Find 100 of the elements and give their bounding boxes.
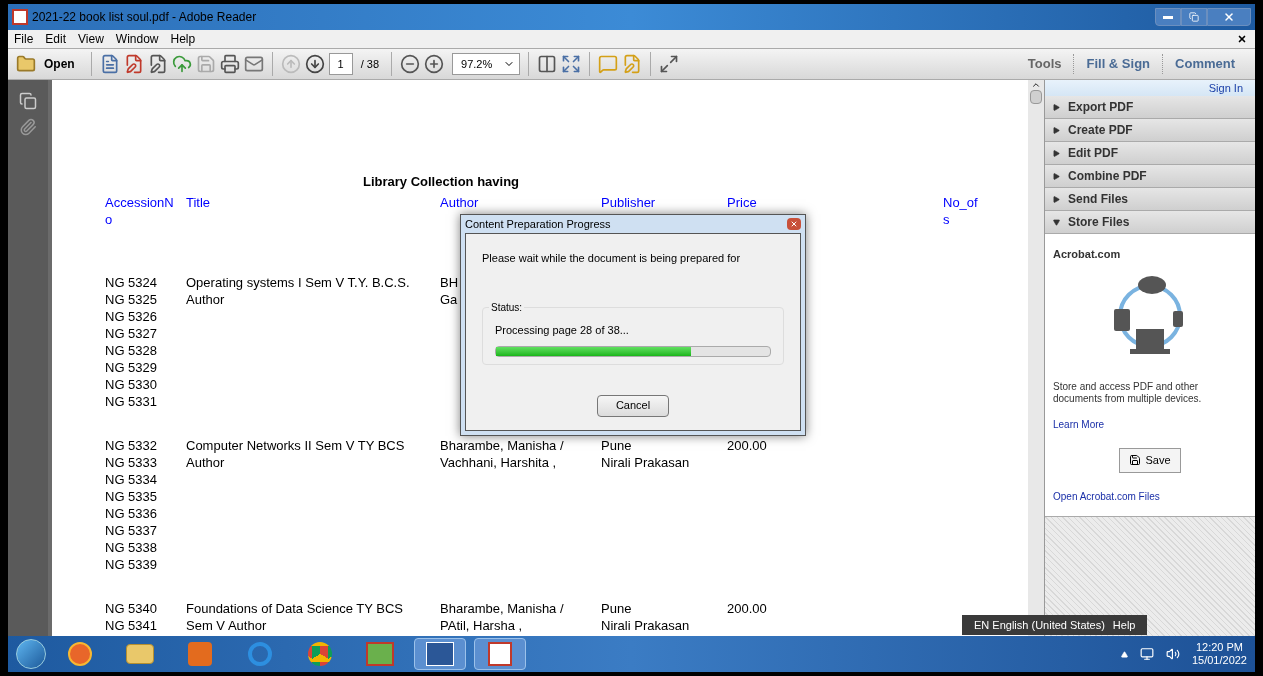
folder-icon — [16, 54, 36, 74]
print-icon[interactable] — [219, 54, 240, 74]
show-hidden-icons-icon[interactable] — [1120, 650, 1128, 658]
accession-number: NG 5335 — [105, 488, 158, 505]
book-title: Author — [186, 454, 225, 471]
accession-number: NG 5324 — [105, 274, 158, 291]
pane-section-header[interactable]: Create PDF — [1045, 119, 1255, 142]
accession-number: NG 5326 — [105, 308, 158, 325]
restore-button[interactable] — [1181, 8, 1207, 26]
zoom-in-icon[interactable] — [424, 54, 445, 74]
language-label[interactable]: EN English (United States) — [974, 616, 1105, 634]
column-header: Price — [727, 194, 757, 211]
accession-number: NG 5333 — [105, 454, 158, 471]
pane-section-header[interactable]: Export PDF — [1045, 96, 1255, 119]
zoom-dropdown[interactable]: 97.2% — [452, 53, 521, 75]
author-name: Vachhani, Harshita , — [440, 454, 557, 471]
attachment-icon[interactable] — [19, 118, 37, 136]
accession-number: NG 5334 — [105, 471, 158, 488]
scroll-up-icon[interactable] — [1031, 80, 1041, 90]
author-name: Bharambe, Manisha / — [440, 437, 564, 454]
save-button[interactable]: Save — [1119, 447, 1181, 473]
taskbar-app[interactable] — [414, 638, 466, 670]
book-title: Operating systems I Sem V T.Y. B.C.S. — [186, 274, 410, 291]
close-icon — [1223, 11, 1235, 23]
cancel-button[interactable]: Cancel — [597, 394, 669, 417]
publisher-name: Pune — [601, 600, 632, 617]
pane-section-header[interactable]: Send Files — [1045, 188, 1255, 211]
document-heading: Library Collection having — [363, 173, 520, 190]
pane-section-header[interactable]: Edit PDF — [1045, 142, 1255, 165]
collapsed-triangle-icon — [1053, 126, 1060, 134]
menu-item[interactable]: File — [8, 30, 40, 48]
sign-in-link[interactable]: Sign In — [1208, 80, 1243, 96]
menu-item[interactable]: View — [72, 30, 110, 48]
mail-icon[interactable] — [243, 54, 264, 74]
collapsed-triangle-icon — [1053, 172, 1060, 180]
close-button[interactable] — [1207, 8, 1251, 26]
accession-number: NG 5332 — [105, 437, 158, 454]
help-label[interactable]: Help — [1112, 616, 1136, 634]
price: 200.00 — [727, 600, 767, 617]
publisher-name: Nirali Prakasan — [601, 454, 690, 471]
accession-number: NG 5330 — [105, 376, 158, 393]
network-icon[interactable] — [1139, 647, 1154, 661]
next-page-icon[interactable] — [304, 54, 325, 74]
accession-number: NG 5339 — [105, 556, 158, 573]
column-header: Title — [186, 194, 211, 211]
pane-tab[interactable]: Comment — [1162, 54, 1247, 74]
window-title: 2021-22 book list soul.pdf - Adobe Reader — [32, 9, 257, 26]
menu-item[interactable]: Edit — [39, 30, 73, 48]
fit-width-icon[interactable] — [537, 54, 558, 74]
page-number-field[interactable]: 1 — [328, 53, 353, 75]
accession-number: NG 5329 — [105, 359, 158, 376]
fit-page-icon[interactable] — [561, 54, 582, 74]
pages-icon[interactable] — [19, 92, 37, 110]
open-button[interactable]: Open — [16, 54, 83, 74]
close-document-icon[interactable] — [1237, 34, 1247, 44]
zoom-out-icon[interactable] — [400, 54, 421, 74]
page-total: / 38 — [359, 56, 381, 72]
restore-icon — [1189, 12, 1199, 22]
full-screen-icon[interactable] — [659, 54, 680, 74]
save-icon — [1129, 454, 1142, 466]
author-name: BH — [440, 274, 459, 291]
column-header: s — [943, 211, 950, 228]
book-title: Sem V Author — [186, 617, 267, 634]
publisher-name: Nirali Prakasan — [601, 617, 690, 634]
accession-number: NG 5337 — [105, 522, 158, 539]
menu-item[interactable]: Help — [164, 30, 202, 48]
author-name: Ga — [440, 291, 458, 308]
menu-item[interactable]: Window — [109, 30, 165, 48]
collapsed-triangle-icon — [1053, 103, 1060, 111]
price: 200.00 — [727, 437, 767, 454]
clock-time[interactable]: 12:20 PM — [1195, 641, 1243, 654]
accession-number: NG 5331 — [105, 393, 158, 410]
start-button[interactable] — [16, 639, 46, 669]
publisher-name: Pune — [601, 437, 632, 454]
pane-section-header[interactable]: Combine PDF — [1045, 165, 1255, 188]
cloud-upload-icon[interactable] — [171, 54, 192, 74]
expanded-triangle-icon — [1053, 218, 1060, 226]
column-header: o — [105, 211, 113, 228]
book-title: Computer Networks II Sem V TY BCS — [186, 437, 405, 454]
author-name: PAtil, Harsha , — [440, 617, 523, 634]
status-text: Processing page 28 of 38... — [495, 322, 629, 338]
author-name: Bharambe, Manisha / — [440, 600, 564, 617]
collapsed-triangle-icon — [1053, 149, 1060, 157]
pane-tab[interactable]: Tools — [1015, 54, 1074, 74]
accession-number: NG 5325 — [105, 291, 158, 308]
column-header: No_of — [943, 194, 978, 211]
pane-section-header[interactable]: Store Files — [1045, 211, 1255, 234]
learn-more-link[interactable]: Learn More — [1053, 416, 1105, 432]
open-files-link[interactable]: Open Acrobat.com Files — [1053, 488, 1160, 504]
clock-date[interactable]: 15/01/2022 — [1191, 654, 1247, 667]
minimize-button[interactable] — [1155, 8, 1181, 26]
section-heading: Acrobat.com — [1053, 247, 1122, 262]
pdf-icon — [12, 9, 28, 25]
pane-tab[interactable]: Fill & Sign — [1073, 54, 1163, 74]
taskbar-app[interactable] — [474, 638, 526, 670]
dialog-close-button[interactable] — [787, 218, 801, 230]
scroll-thumb[interactable] — [1030, 90, 1042, 104]
accession-number: NG 5340 — [105, 600, 158, 617]
column-header: Publisher — [601, 194, 656, 211]
volume-icon[interactable] — [1165, 647, 1180, 661]
